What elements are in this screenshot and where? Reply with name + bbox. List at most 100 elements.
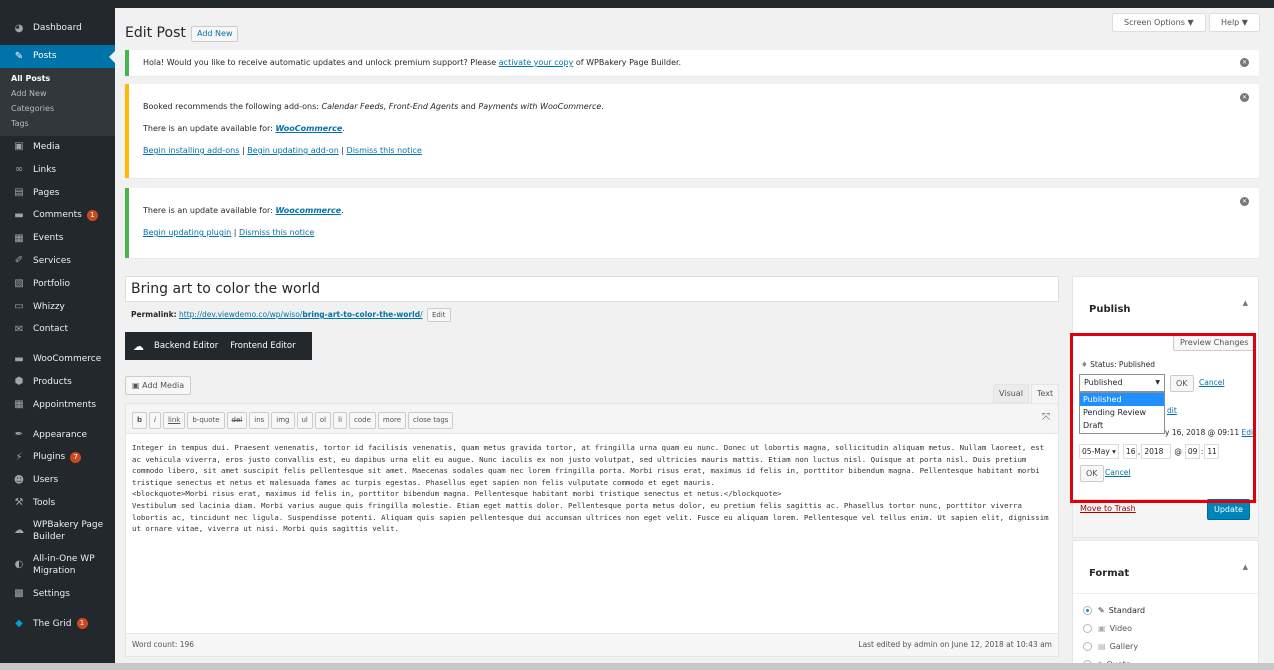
- frontend-editor-button[interactable]: Frontend Editor: [230, 341, 295, 351]
- backend-editor-button[interactable]: Backend Editor: [154, 341, 218, 351]
- menu-comments[interactable]: ▬ Comments 1: [0, 204, 115, 227]
- menu-wpbakery[interactable]: ☁ WPBakery Page Builder: [0, 514, 115, 548]
- qt-bquote[interactable]: b-quote: [187, 412, 225, 429]
- option-draft[interactable]: Draft: [1080, 419, 1164, 432]
- notice-text-part: Hola! Would you like to receive automati…: [143, 58, 499, 67]
- pin-icon: ✎: [14, 50, 24, 62]
- dismiss-icon[interactable]: ✕: [1240, 197, 1249, 206]
- woocommerce-link[interactable]: WooCommerce: [275, 124, 342, 133]
- menu-services[interactable]: ✐ Services: [0, 250, 115, 273]
- preview-changes-button[interactable]: Preview Changes: [1173, 334, 1256, 351]
- format-option-video[interactable]: ▣ Video: [1083, 624, 1132, 633]
- menu-media[interactable]: ▣ Media: [0, 136, 115, 159]
- menu-settings[interactable]: ▩ Settings: [0, 582, 115, 605]
- publish-title: Publish: [1089, 304, 1131, 315]
- date-edit-link[interactable]: Edit: [1242, 428, 1257, 437]
- visibility-edit-link[interactable]: dit: [1167, 406, 1177, 415]
- permalink-edit-button[interactable]: Edit: [427, 308, 451, 322]
- woocommerce-link[interactable]: Woocommerce: [275, 206, 341, 215]
- dismiss-notice-link[interactable]: Dismiss this notice: [239, 228, 314, 237]
- activate-link[interactable]: activate your copy: [499, 58, 574, 67]
- submenu-add-new[interactable]: Add New: [0, 86, 115, 101]
- collapse-arrow-icon[interactable]: ▲: [1243, 563, 1248, 571]
- move-to-trash-link[interactable]: Move to Trash: [1080, 504, 1136, 513]
- radio-button[interactable]: [1083, 642, 1092, 651]
- format-option-standard[interactable]: ✎ Standard: [1083, 606, 1145, 615]
- menu-appearance[interactable]: ✒ Appearance: [0, 423, 115, 446]
- option-pending-review[interactable]: Pending Review: [1080, 406, 1164, 419]
- dismiss-icon[interactable]: ✕: [1240, 93, 1249, 102]
- hour-input[interactable]: 09: [1184, 444, 1200, 459]
- status-select[interactable]: Published ▼: [1079, 374, 1165, 392]
- menu-events[interactable]: ▦ Events: [0, 227, 115, 250]
- date-cancel-link[interactable]: Cancel: [1105, 468, 1130, 477]
- menu-users[interactable]: ☻ Users: [0, 469, 115, 492]
- dismiss-icon[interactable]: ✕: [1240, 58, 1249, 67]
- menu-links[interactable]: ∞ Links: [0, 158, 115, 181]
- format-option-gallery[interactable]: ▤ Gallery: [1083, 642, 1138, 651]
- update-button[interactable]: Update: [1207, 499, 1250, 520]
- qt-ol[interactable]: ol: [314, 412, 332, 429]
- qt-ins[interactable]: ins: [249, 412, 270, 429]
- radio-button[interactable]: [1083, 624, 1092, 633]
- submenu-categories[interactable]: Categories: [0, 101, 115, 116]
- collapse-arrow-icon[interactable]: ▲: [1243, 299, 1248, 307]
- qt-link[interactable]: link: [162, 412, 186, 429]
- permalink-link[interactable]: http://dev.viewdemo.co/wp/wiso/bring-art…: [179, 310, 423, 319]
- month-select[interactable]: 05-May ▾: [1079, 444, 1119, 459]
- qt-ul[interactable]: ul: [296, 412, 313, 429]
- menu-plugins[interactable]: ⚡ Plugins 7: [0, 446, 115, 469]
- notice-text: Hola! Would you like to receive automati…: [143, 58, 681, 67]
- qt-more[interactable]: more: [377, 412, 407, 429]
- menu-contact[interactable]: ✉ Contact: [0, 318, 115, 341]
- menu-pages[interactable]: ▤ Pages: [0, 181, 115, 204]
- menu-label: Appointments: [33, 399, 97, 410]
- qt-code[interactable]: code: [349, 412, 376, 429]
- date-ok-button[interactable]: OK: [1080, 465, 1104, 482]
- add-media-button[interactable]: ▣ Add Media: [125, 376, 192, 395]
- update-addon-link[interactable]: Begin updating add-on: [247, 146, 339, 155]
- wpbakery-notice: Hola! Would you like to receive automati…: [125, 50, 1259, 76]
- tab-text[interactable]: Text: [1031, 384, 1059, 403]
- add-media-label: Add Media: [142, 381, 185, 390]
- menu-woocommerce[interactable]: ▬ WooCommerce: [0, 348, 115, 371]
- status-cancel-link[interactable]: Cancel: [1199, 378, 1224, 387]
- editor-textarea[interactable]: Integer in tempus dui. Praesent venenati…: [132, 442, 1052, 612]
- option-published[interactable]: Published: [1080, 393, 1164, 406]
- dismiss-notice-link[interactable]: Dismiss this notice: [347, 146, 422, 155]
- qt-img[interactable]: img: [271, 412, 295, 429]
- radio-button[interactable]: [1083, 606, 1092, 615]
- menu-the-grid[interactable]: ◆ The Grid 1: [0, 612, 115, 635]
- post-title-input[interactable]: Bring art to color the world: [125, 276, 1059, 302]
- menu-dashboard[interactable]: ◕ Dashboard: [0, 17, 115, 40]
- publish-date-row: y 16, 2018 @ 09:11 Edit: [1165, 428, 1256, 437]
- qt-close-tags[interactable]: close tags: [408, 412, 454, 429]
- menu-products[interactable]: ⬢ Products: [0, 371, 115, 394]
- screen-options-button[interactable]: Screen Options ▼: [1112, 13, 1206, 32]
- qt-del[interactable]: del: [226, 412, 248, 429]
- menu-appointments[interactable]: ▦ Appointments: [0, 393, 115, 416]
- qt-bold[interactable]: b: [132, 412, 148, 429]
- top-bar: [0, 0, 1274, 8]
- submenu-tags[interactable]: Tags: [0, 116, 115, 131]
- install-addons-link[interactable]: Begin installing add-ons: [143, 146, 239, 155]
- help-button[interactable]: Help ▼: [1209, 13, 1260, 32]
- woocommerce-icon: ▬: [14, 353, 24, 365]
- update-plugin-link[interactable]: Begin updating plugin: [143, 228, 231, 237]
- qt-italic[interactable]: i: [149, 412, 161, 429]
- fullscreen-icon[interactable]: ⤧: [1042, 412, 1050, 423]
- menu-portfolio[interactable]: ▧ Portfolio: [0, 272, 115, 295]
- menu-whizzy[interactable]: ▭ Whizzy: [0, 295, 115, 318]
- menu-tools[interactable]: ⚒ Tools: [0, 492, 115, 515]
- add-new-button[interactable]: Add New: [191, 26, 239, 42]
- year-input[interactable]: 2018: [1141, 444, 1172, 459]
- status-ok-button[interactable]: OK: [1170, 375, 1194, 392]
- menu-all-in-one-migration[interactable]: ◐ All-in-One WP Migration: [0, 548, 115, 582]
- menu-posts[interactable]: ✎ Posts: [0, 44, 115, 68]
- minute-input[interactable]: 11: [1204, 444, 1220, 459]
- menu-label: WooCommerce: [33, 354, 102, 365]
- tab-visual[interactable]: Visual: [993, 384, 1029, 403]
- submenu-all-posts[interactable]: All Posts: [0, 71, 115, 86]
- day-input[interactable]: 16: [1122, 444, 1137, 459]
- qt-li[interactable]: li: [333, 412, 348, 429]
